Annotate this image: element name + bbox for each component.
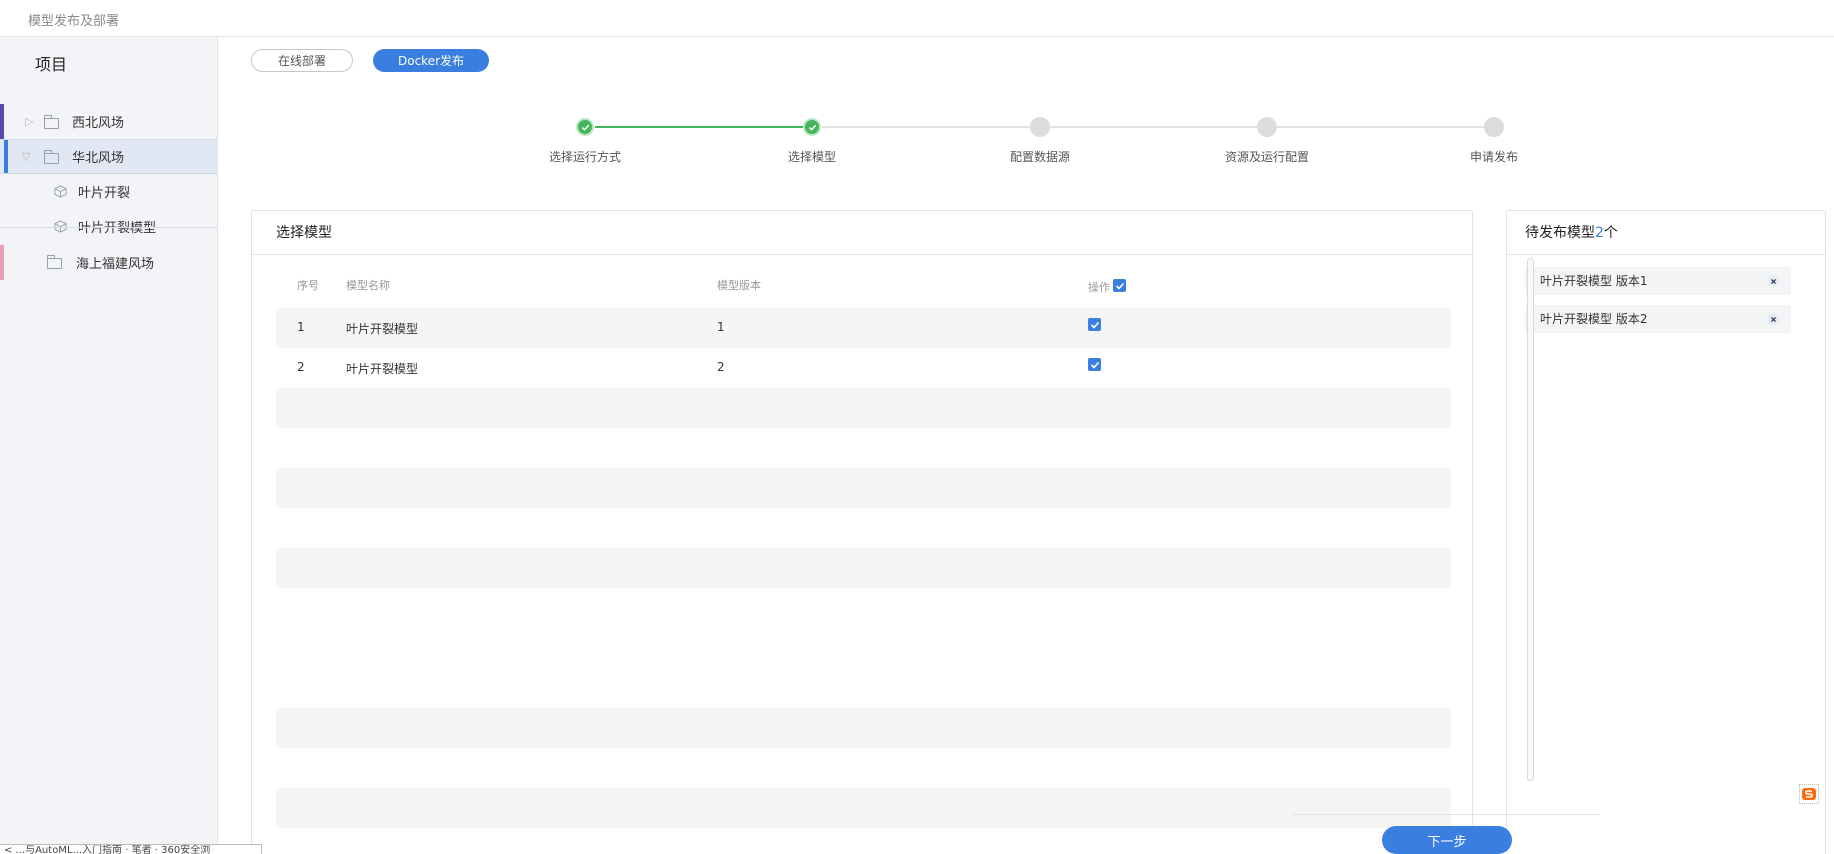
page-title: 模型发布及部署 [28, 14, 120, 29]
step-label: 配置数据源 [1009, 150, 1070, 164]
step-pending-dot [1257, 117, 1277, 137]
pending-item-label: 叶片开裂模型 版本1 [1540, 274, 1648, 288]
tree-divider [0, 227, 217, 228]
caret-down-icon[interactable]: ▽ [22, 150, 30, 163]
empty-row [276, 708, 1451, 748]
tree-item-label: 西北风场 [72, 116, 125, 131]
tree-accent-bar [4, 140, 8, 173]
table-row[interactable]: 2 叶片开裂模型 2 [276, 348, 1451, 388]
pending-item: 叶片开裂模型 版本1 [1525, 267, 1791, 295]
row-index: 1 [297, 320, 305, 334]
step-check-icon [803, 118, 821, 136]
pending-models-panel: 待发布模型2个 叶片开裂模型 版本1 叶片开裂模型 版本2 [1506, 210, 1826, 854]
step-label: 资源及运行配置 [1224, 150, 1309, 164]
row-index: 2 [297, 360, 305, 374]
step-label: 申请发布 [1469, 150, 1518, 164]
step-pending-dot [1030, 117, 1050, 137]
pending-list-scrollbar[interactable] [1527, 258, 1534, 781]
tree-item-blade-crack[interactable]: 叶片开裂 [0, 174, 217, 209]
tree-item-label: 叶片开裂 [78, 186, 131, 201]
project-sidebar: 项目 ▷ 西北风场 ▽ 华北风场 叶片开裂 叶片开裂模型 海上福建风场 [0, 37, 218, 854]
tree-accent-bar [0, 104, 4, 139]
empty-row [276, 468, 1451, 508]
panel-title: 待发布模型2个 [1507, 211, 1825, 255]
tree-accent-bar [0, 245, 4, 280]
row-model-name: 叶片开裂模型 [346, 322, 419, 336]
column-header-action: 操作 [1088, 281, 1110, 294]
top-bar: 模型发布及部署 [0, 0, 1834, 37]
remove-icon[interactable] [1767, 313, 1779, 325]
folder-icon [47, 255, 62, 269]
column-header-index: 序号 [297, 279, 319, 292]
empty-row [276, 788, 1451, 828]
pending-title-suffix: 个 [1603, 225, 1618, 241]
tree-item-label: 华北风场 [72, 151, 125, 166]
step-connector [1049, 126, 1259, 128]
cube-icon [54, 185, 67, 198]
tree-item-fujian[interactable]: 海上福建风场 [0, 245, 217, 280]
step-connector [822, 126, 1032, 128]
empty-row [276, 388, 1451, 428]
tree-item-huabei[interactable]: ▽ 华北风场 [0, 139, 217, 174]
pending-title-prefix: 待发布模型 [1525, 225, 1595, 241]
row-model-version: 2 [717, 360, 725, 374]
footer-divider [1293, 814, 1599, 815]
step-connector [1276, 126, 1486, 128]
column-header-version: 模型版本 [717, 279, 761, 292]
empty-row [276, 548, 1451, 588]
sidebar-heading: 项目 [35, 55, 68, 74]
model-select-panel: 选择模型 序号 模型名称 模型版本 操作 1 叶片开裂模型 1 2 叶片开裂模型… [251, 210, 1473, 854]
tree-item-label: 海上福建风场 [76, 257, 155, 272]
row-model-name: 叶片开裂模型 [346, 362, 419, 376]
tree-item-xibei[interactable]: ▷ 西北风场 [0, 104, 217, 139]
table-row[interactable]: 1 叶片开裂模型 1 [276, 308, 1451, 348]
row-model-version: 1 [717, 320, 725, 334]
pending-item-label: 叶片开裂模型 版本2 [1540, 312, 1648, 326]
remove-icon[interactable] [1767, 275, 1779, 287]
folder-icon [44, 150, 59, 164]
next-step-button[interactable]: 下一步 [1382, 826, 1512, 854]
select-all-checkbox[interactable] [1113, 279, 1126, 292]
row-checkbox[interactable] [1088, 318, 1101, 331]
caret-right-icon[interactable]: ▷ [25, 115, 33, 128]
panel-title: 选择模型 [252, 211, 1472, 255]
step-connector-done [595, 126, 805, 128]
column-header-name: 模型名称 [346, 279, 390, 292]
input-method-logo-icon[interactable] [1799, 784, 1819, 804]
step-label: 选择运行方式 [548, 150, 621, 164]
step-check-icon [576, 118, 594, 136]
step-pending-dot [1484, 117, 1504, 137]
folder-icon [44, 115, 59, 129]
pending-item: 叶片开裂模型 版本2 [1525, 305, 1791, 333]
pending-count: 2 [1595, 225, 1604, 241]
row-checkbox[interactable] [1088, 358, 1101, 371]
step-label: 选择模型 [787, 150, 836, 164]
browser-status-strip: < ...与AutoML...入门指南 · 笔者 · 360安全浏 [0, 844, 262, 854]
stepper: 选择运行方式 选择模型 配置数据源 资源及运行配置 申请发布 [219, 37, 1834, 177]
main-content: 在线部署 Docker发布 选择运行方式 选择模型 配置数据源 资源及运行配置 … [219, 37, 1834, 854]
